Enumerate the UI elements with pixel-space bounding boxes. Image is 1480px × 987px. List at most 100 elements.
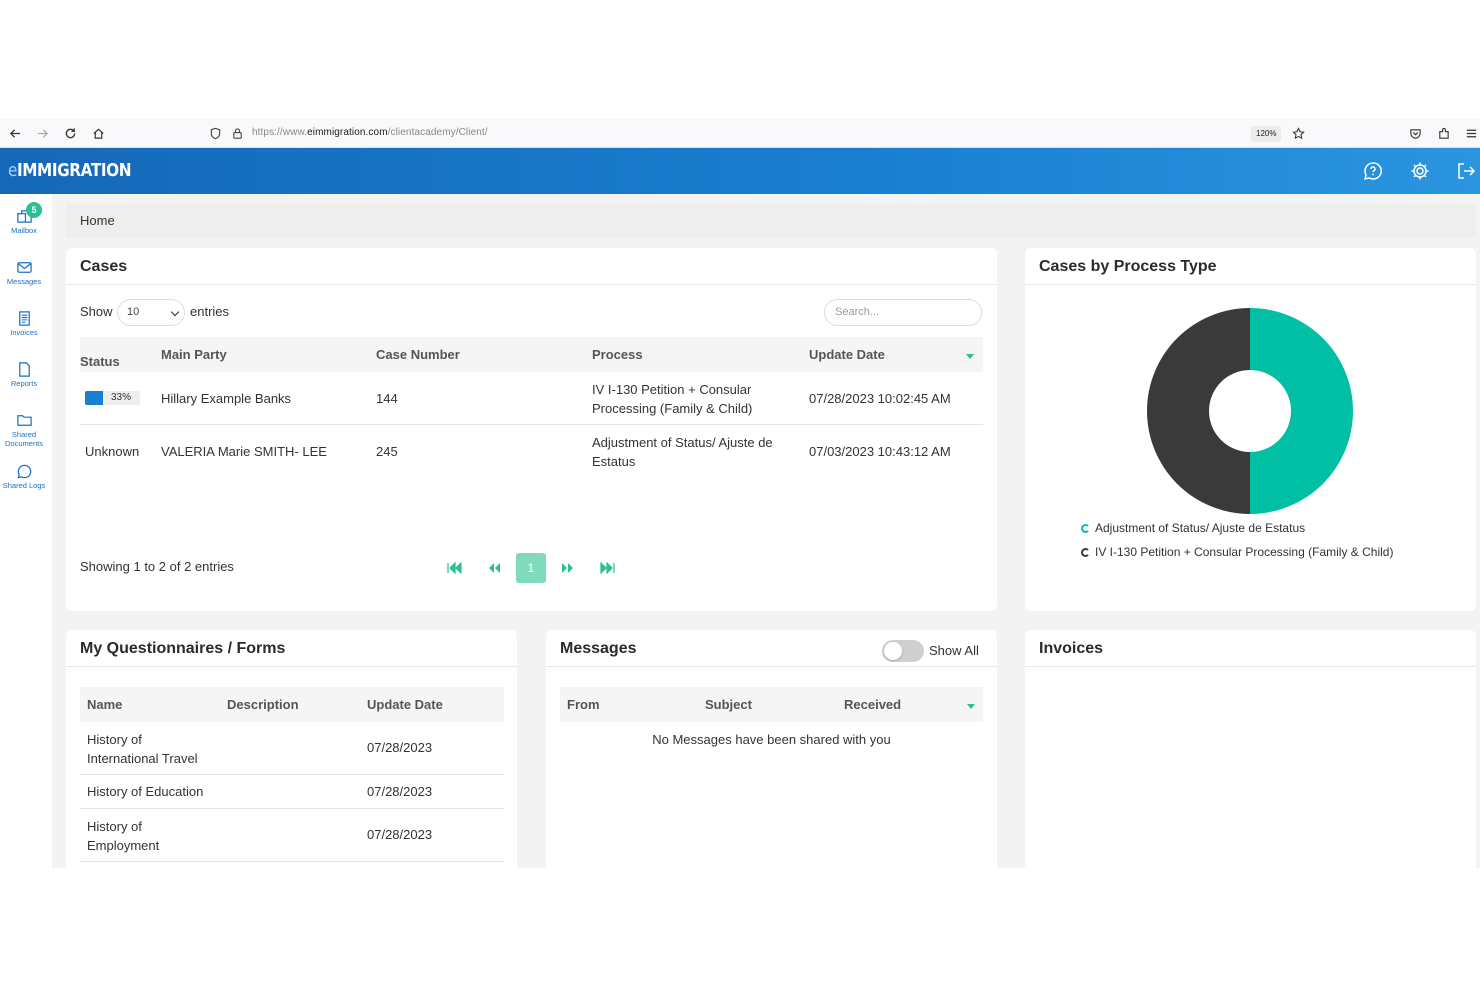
main-party-cell[interactable]: VALERIA Marie SMITH- LEE bbox=[161, 444, 327, 459]
messages-card: Messages Show All From Subject Received … bbox=[546, 630, 997, 868]
gear-icon[interactable] bbox=[1409, 160, 1431, 182]
sidebar-item-mailbox[interactable]: 5 Mailbox bbox=[0, 202, 48, 236]
case-number-cell[interactable]: 245 bbox=[376, 444, 398, 459]
mailbox-badge: 5 bbox=[26, 202, 42, 218]
questionnaires-card: My Questionnaires / Forms Name Descripti… bbox=[66, 630, 517, 868]
column-header-received[interactable]: Received bbox=[844, 697, 901, 712]
breadcrumb[interactable]: Home bbox=[66, 204, 1476, 238]
sort-desc-icon[interactable] bbox=[967, 704, 975, 709]
forward-arrow-icon[interactable] bbox=[33, 124, 51, 142]
sidebar-item-label: Mailbox bbox=[11, 226, 37, 235]
invoices-card: Invoices bbox=[1025, 630, 1476, 868]
table-row[interactable]: 33% Hillary Example Banks 144 IV I-130 P… bbox=[80, 372, 983, 425]
process-cell: IV I-130 Petition + Consular Processing … bbox=[592, 382, 753, 416]
page-size-select[interactable]: 10 bbox=[117, 299, 185, 326]
address-bar[interactable]: https://www.eimmigration.com/clientacade… bbox=[200, 122, 1315, 145]
table-row[interactable]: History of International Travel 07/28/20… bbox=[80, 722, 504, 775]
sidebar-item-shared-documents[interactable]: Shared Documents bbox=[0, 412, 48, 448]
form-name-cell[interactable]: History of International Travel bbox=[87, 730, 217, 768]
divider bbox=[66, 666, 517, 667]
status-cell: Unknown bbox=[85, 444, 140, 459]
divider bbox=[546, 666, 997, 667]
sidebar-item-label: Messages bbox=[6, 277, 42, 286]
table-summary: Showing 1 to 2 of 2 entries bbox=[80, 559, 234, 574]
next-page-icon[interactable] bbox=[552, 553, 582, 583]
table-row[interactable]: History of Employment 07/28/2023 bbox=[80, 809, 504, 862]
case-number-cell[interactable]: 144 bbox=[376, 391, 398, 406]
legend-item[interactable]: IV I-130 Petition + Consular Processing … bbox=[1081, 545, 1393, 559]
home-icon[interactable] bbox=[89, 124, 107, 142]
sidebar-item-reports[interactable]: Reports bbox=[0, 361, 48, 389]
column-header-from[interactable]: From bbox=[567, 697, 600, 712]
column-header-subject[interactable]: Subject bbox=[705, 697, 752, 712]
show-all-toggle[interactable] bbox=[882, 640, 924, 662]
column-header-case-number[interactable]: Case Number bbox=[376, 347, 460, 362]
divider bbox=[66, 284, 997, 285]
sidebar-item-invoices[interactable]: Invoices bbox=[0, 310, 48, 338]
column-header-main-party[interactable]: Main Party bbox=[161, 347, 227, 362]
app-screen: https://www.eimmigration.com/clientacade… bbox=[0, 119, 1480, 868]
update-date-cell: 07/28/2023 10:02:45 AM bbox=[809, 391, 951, 406]
search-input[interactable]: Search... bbox=[824, 299, 982, 326]
update-date-cell: 07/03/2023 10:43:12 AM bbox=[809, 444, 951, 459]
invoice-icon bbox=[18, 311, 30, 326]
column-header-process[interactable]: Process bbox=[592, 347, 643, 362]
form-date-cell: 07/28/2023 bbox=[367, 740, 433, 755]
progress-text: 33% bbox=[111, 392, 132, 403]
cases-card: Cases Show 10 entries Search... Status M… bbox=[66, 248, 997, 611]
donut-slice[interactable] bbox=[1147, 308, 1250, 514]
extensions-icon[interactable] bbox=[1434, 124, 1452, 142]
column-header-update-date[interactable]: Update Date bbox=[367, 697, 443, 712]
current-page-button[interactable]: 1 bbox=[516, 553, 546, 583]
cases-table-header: Status Main Party Case Number Process Up… bbox=[80, 337, 983, 372]
legend-label: Adjustment of Status/ Ajuste de Estatus bbox=[1095, 521, 1306, 535]
progress-bar: 33% bbox=[85, 391, 140, 405]
column-header-update-date[interactable]: Update Date bbox=[809, 347, 885, 362]
last-page-icon[interactable] bbox=[592, 553, 622, 583]
main-party-cell[interactable]: Hillary Example Banks bbox=[161, 391, 291, 406]
previous-page-icon[interactable] bbox=[479, 553, 509, 583]
messages-title: Messages bbox=[560, 640, 637, 657]
form-name-cell[interactable]: History of Employment bbox=[87, 817, 217, 855]
help-chat-icon[interactable] bbox=[1362, 160, 1384, 182]
first-page-icon[interactable] bbox=[439, 553, 469, 583]
bookmark-star-icon[interactable] bbox=[1289, 124, 1307, 142]
donut-chart[interactable] bbox=[1145, 306, 1355, 516]
column-header-name[interactable]: Name bbox=[87, 697, 122, 712]
show-all-label: Show All bbox=[929, 643, 979, 658]
url-text: https://www.eimmigration.com/clientacade… bbox=[252, 127, 488, 138]
shield-icon bbox=[206, 124, 224, 142]
zoom-level-badge[interactable]: 120% bbox=[1251, 126, 1282, 142]
legend-marker bbox=[1081, 548, 1090, 557]
menu-icon[interactable] bbox=[1462, 124, 1480, 142]
messages-table-header: From Subject Received bbox=[560, 687, 983, 722]
form-date-cell: 07/28/2023 bbox=[367, 784, 433, 799]
form-name-cell[interactable]: History of Education bbox=[87, 784, 203, 799]
sidebar-item-messages[interactable]: Messages bbox=[0, 259, 48, 287]
browser-toolbar: https://www.eimmigration.com/clientacade… bbox=[0, 119, 1480, 148]
logout-icon[interactable] bbox=[1455, 160, 1477, 182]
pocket-icon[interactable] bbox=[1406, 124, 1424, 142]
column-header-status[interactable]: Status bbox=[80, 354, 120, 369]
left-sidebar: 5 Mailbox Messages Invoices Reports Shar… bbox=[0, 194, 52, 868]
table-row[interactable]: Unknown VALERIA Marie SMITH- LEE 245 Adj… bbox=[80, 425, 983, 478]
sidebar-item-label: Shared Logs bbox=[2, 481, 46, 490]
divider bbox=[1025, 666, 1476, 667]
cases-by-process-card: Cases by Process Type Adjustment of Stat… bbox=[1025, 248, 1476, 611]
reload-icon[interactable] bbox=[61, 124, 79, 142]
folder-icon bbox=[16, 415, 32, 426]
app-header: eIMMIGRATION bbox=[0, 148, 1480, 194]
legend-item[interactable]: Adjustment of Status/ Ajuste de Estatus bbox=[1081, 521, 1306, 535]
process-cell: Adjustment of Status/ Ajuste de Estatus bbox=[592, 435, 773, 469]
sidebar-item-shared-logs[interactable]: Shared Logs bbox=[0, 463, 48, 491]
cases-title: Cases bbox=[80, 258, 128, 275]
chart-title: Cases by Process Type bbox=[1039, 258, 1217, 275]
table-row[interactable]: History of Education 07/28/2023 bbox=[80, 775, 504, 809]
eimmigration-logo[interactable]: eIMMIGRATION bbox=[8, 160, 132, 181]
chat-icon bbox=[16, 464, 31, 479]
sidebar-item-label: Shared Documents bbox=[5, 430, 43, 448]
sort-desc-icon[interactable] bbox=[966, 354, 974, 359]
back-arrow-icon[interactable] bbox=[6, 124, 24, 142]
column-header-description[interactable]: Description bbox=[227, 697, 299, 712]
donut-slice[interactable] bbox=[1250, 308, 1353, 514]
